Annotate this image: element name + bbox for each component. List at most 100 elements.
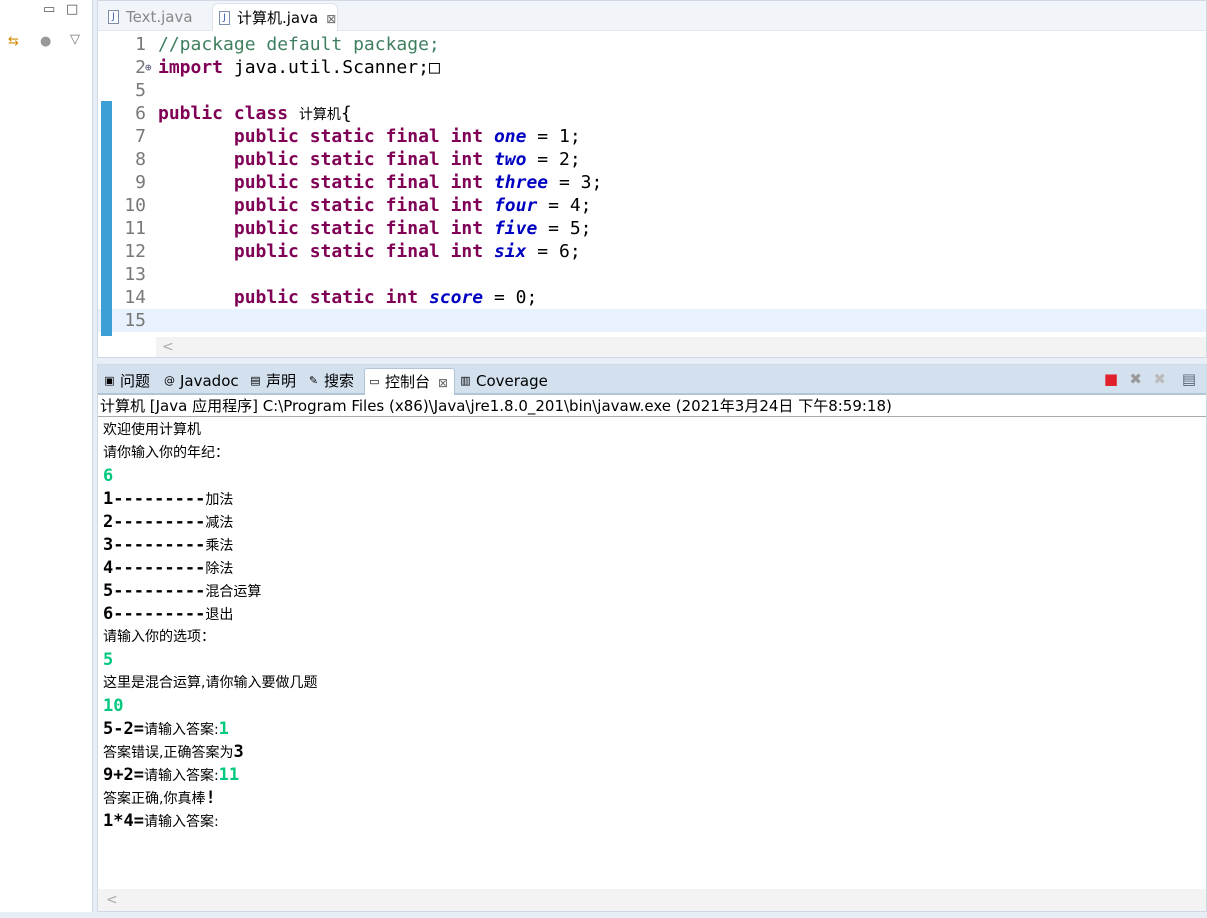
output-text: 2---------	[103, 512, 206, 532]
code-text: public static final int one = 1;	[158, 125, 581, 148]
console-icon: ▭	[369, 375, 380, 388]
tab-label: 声明	[266, 372, 297, 390]
code-line[interactable]: 6 public class 计算机{	[98, 102, 1206, 125]
console-line: 5-2=请输入答案:1	[103, 718, 317, 741]
user-input: 11	[218, 765, 240, 785]
line-number: 1	[135, 34, 146, 55]
package-explorer-panel: ▭ □ ⇆ ● ▽	[0, 0, 93, 912]
user-input: 1	[218, 719, 229, 739]
tab-declaration[interactable]: ▤ 声明	[246, 368, 296, 395]
line-number: 10	[124, 195, 146, 216]
console-panel: ▣ 问题 @ Javadoc ▤ 声明 ✎ 搜索 ▭ 控制台 ⊠ ▥ Coverage ■ ✖ ✖ ▤ …	[97, 364, 1207, 912]
console-line: 欢迎使用计算机	[103, 419, 317, 442]
code-token: = 0;	[483, 287, 538, 308]
tab-label: 控制台	[385, 373, 431, 391]
output-text: 乘法	[205, 538, 234, 554]
console-line: 10	[103, 695, 317, 718]
close-tab-icon[interactable]: ⊠	[326, 12, 336, 26]
code-editor[interactable]: J Text.java J 计算机.java ⊠ 1 //package default…	[97, 0, 1207, 358]
field-name: three	[493, 172, 549, 193]
output-text: 1*4=	[103, 811, 144, 831]
remove-launch-icon[interactable]: ✖	[1129, 370, 1142, 388]
expand-fold-icon[interactable]: ⊕	[145, 56, 152, 79]
output-text: 请输入答案:	[143, 768, 219, 784]
output-text: 混合运算	[205, 584, 262, 600]
code-line[interactable]: 7 public static final int one = 1;	[98, 125, 1206, 148]
code-line[interactable]: 5	[98, 79, 1206, 102]
keyword: public static final int	[233, 172, 494, 193]
code-line[interactable]: 2 ⊕ import java.util.Scanner;□	[98, 56, 1206, 79]
tab-calculator-java[interactable]: J 计算机.java ⊠	[212, 3, 338, 31]
output-text: 9+2=	[103, 765, 144, 785]
code-area[interactable]: 1 //package default package; 2 ⊕ import java…	[98, 32, 1206, 337]
remove-all-launches-icon[interactable]: ✖	[1153, 370, 1166, 388]
code-text: public static final int three = 3;	[158, 171, 602, 194]
java-file-icon: J	[108, 10, 119, 24]
output-text: 6---------	[103, 604, 206, 624]
collapse-all-icon[interactable]: ●	[40, 34, 51, 49]
console-line: 答案错误,正确答案为3	[103, 741, 317, 764]
tab-coverage[interactable]: ▥ Coverage	[456, 368, 548, 395]
code-line[interactable]: 15	[98, 309, 1206, 332]
view-menu-icon[interactable]: ▽	[70, 32, 80, 47]
comment: //package default package;	[158, 34, 440, 55]
code-line[interactable]: 13	[98, 263, 1206, 286]
scroll-left-icon[interactable]: <	[162, 339, 174, 355]
horizontal-scrollbar[interactable]: <	[156, 337, 1206, 357]
editor-tabs: J Text.java J 计算机.java ⊠	[98, 1, 1206, 31]
tab-search[interactable]: ✎ 搜索	[304, 368, 354, 395]
tab-label: Coverage	[476, 372, 548, 390]
output-text: 除法	[205, 561, 234, 577]
console-output[interactable]: 欢迎使用计算机 请你输入你的年纪： 6 1---------加法 2---------减…	[103, 419, 317, 833]
tab-label: 计算机.java	[237, 9, 319, 27]
code-token: = 5;	[537, 218, 592, 239]
code-line[interactable]: 12 public static final int six = 6;	[98, 240, 1206, 263]
console-line: 2---------减法	[103, 511, 317, 534]
user-input: 5	[103, 650, 114, 670]
keyword: public static int	[233, 287, 429, 308]
code-line[interactable]: 11 public static final int five = 5;	[98, 217, 1206, 240]
console-line: 1*4=请输入答案:	[103, 810, 317, 833]
code-line[interactable]: 14 public static int score = 0;	[98, 286, 1206, 309]
code-line[interactable]: 10 public static final int four = 4;	[98, 194, 1206, 217]
tab-at[interactable]: @ Javadoc	[160, 368, 239, 395]
link-with-editor-icon[interactable]: ⇆	[8, 34, 19, 49]
code-text: import java.util.Scanner;□	[158, 56, 440, 79]
output-text: !	[205, 788, 216, 808]
keyword: public static final int	[233, 218, 494, 239]
minimize-icon[interactable]: ▭	[43, 2, 55, 17]
output-text: 这里是混合运算,请你输入要做几题	[103, 675, 318, 691]
console-line: 5---------混合运算	[103, 580, 317, 603]
console-line: 6	[103, 465, 317, 488]
console-process-label: 计算机 [Java 应用程序] C:\Program Files (x86)\J…	[98, 395, 1206, 417]
at-icon: @	[164, 374, 175, 387]
scroll-left-icon[interactable]: <	[106, 892, 118, 908]
change-ruler	[101, 101, 112, 336]
console-line: 6---------退出	[103, 603, 317, 626]
console-line: 请你输入你的年纪：	[103, 442, 317, 465]
console-horizontal-scrollbar[interactable]: <	[98, 889, 1206, 911]
code-line[interactable]: 8 public static final int two = 2;	[98, 148, 1206, 171]
tab-text-java[interactable]: J Text.java	[102, 3, 212, 31]
output-text: 5---------	[103, 581, 206, 601]
close-tab-icon[interactable]: ⊠	[438, 376, 448, 390]
clear-console-icon[interactable]: ▤	[1182, 370, 1196, 388]
java-file-warning-icon: J	[219, 11, 230, 25]
code-line[interactable]: 1 //package default package;	[98, 33, 1206, 56]
output-text: 3	[233, 742, 244, 762]
terminate-icon[interactable]: ■	[1104, 370, 1118, 388]
tab-console[interactable]: ▭ 控制台 ⊠	[364, 368, 456, 395]
output-text: 请输入答案:	[143, 722, 219, 738]
output-text: 1---------	[103, 489, 206, 509]
keyword: public static final int	[233, 149, 494, 170]
field-name: score	[428, 287, 484, 308]
tab-problems[interactable]: ▣ 问题	[100, 368, 150, 395]
maximize-icon[interactable]: □	[66, 2, 78, 17]
console-line: 请输入你的选项：	[103, 626, 317, 649]
console-line: 答案正确,你真棒!	[103, 787, 317, 810]
line-number: 14	[124, 287, 146, 308]
code-line[interactable]: 9 public static final int three = 3;	[98, 171, 1206, 194]
